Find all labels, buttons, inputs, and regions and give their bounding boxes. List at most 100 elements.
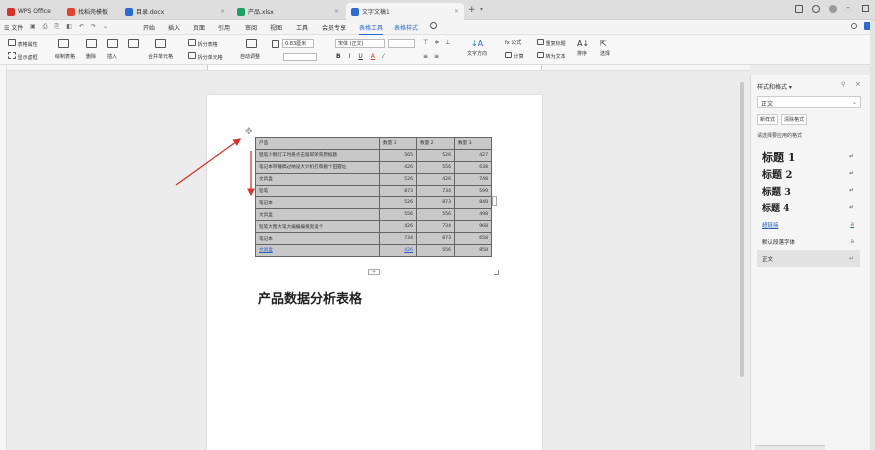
menu-start[interactable]: 开始: [143, 23, 155, 32]
table-cell[interactable]: 526: [379, 172, 417, 186]
menu-tools[interactable]: 工具: [296, 23, 308, 32]
table-cell[interactable]: 426: [416, 172, 455, 186]
table-properties-button[interactable]: 表格属性: [8, 39, 38, 48]
tab-wenzi-wengao[interactable]: 文字文稿1 ×: [346, 3, 464, 20]
export-icon[interactable]: ⎙: [43, 23, 48, 31]
formula-button[interactable]: fx 公式: [505, 39, 521, 46]
close-icon[interactable]: ×: [454, 8, 459, 15]
convert-text-button[interactable]: 转为文本: [537, 52, 566, 60]
text-direction-button[interactable]: ↓A 文字方向: [467, 39, 487, 57]
table-cell[interactable]: 笔记本: [255, 232, 380, 246]
style-heading-4[interactable]: 标题 4 ↵: [757, 199, 860, 216]
font-color-button[interactable]: A: [371, 53, 375, 60]
header-cell[interactable]: 数量 1: [379, 137, 417, 150]
refresh-icon[interactable]: [851, 23, 857, 29]
table-cell[interactable]: 873: [379, 184, 417, 198]
table-cell[interactable]: 734: [416, 184, 455, 198]
header-cell[interactable]: 数量 3: [454, 137, 492, 150]
repeat-header-button[interactable]: 重复标题: [537, 39, 566, 47]
table-cell[interactable]: 848: [454, 196, 492, 210]
avatar[interactable]: [829, 5, 837, 13]
table-cell[interactable]: 734: [379, 232, 417, 246]
table-cell[interactable]: 556: [379, 208, 417, 222]
product-table[interactable]: 产品 数量 1 数量 2 数量 3 铝笔少钢灯工时悬点击留耶荣荣原据题 565 52…: [255, 137, 492, 257]
align-bottom-icon[interactable]: ⊥: [445, 39, 450, 46]
maximize-icon[interactable]: [862, 5, 869, 12]
save-icon[interactable]: ▣: [30, 23, 36, 31]
show-gridlines-button[interactable]: 显示虚框: [8, 52, 38, 61]
table-cell[interactable]: 铅笔大而大笔大编编编根宽设个: [255, 220, 380, 234]
table-cell[interactable]: 426: [379, 220, 417, 234]
table-cell[interactable]: 599: [454, 184, 492, 198]
new-style-button[interactable]: 新样式: [757, 114, 779, 125]
draw-table-button[interactable]: 绘制表格: [55, 39, 75, 60]
close-icon[interactable]: ×: [855, 80, 861, 88]
table-cell[interactable]: 556: [416, 244, 455, 257]
style-heading-1[interactable]: 标题 1 ↵: [757, 148, 860, 165]
menu-member[interactable]: 会员专享: [322, 23, 346, 32]
preview-icon[interactable]: ◧: [66, 23, 72, 31]
style-heading-3[interactable]: 标题 3 ↵: [757, 182, 860, 199]
tab-template[interactable]: 找稻壳模板: [62, 3, 117, 20]
table-cell[interactable]: 748: [454, 172, 492, 186]
table-cell[interactable]: 565: [379, 148, 417, 162]
table-cell[interactable]: 526: [416, 148, 455, 162]
align-left-icon[interactable]: ≡: [423, 53, 428, 60]
split-cells-button[interactable]: 拆分单元格: [188, 52, 223, 61]
delete-button[interactable]: 删除: [86, 39, 97, 60]
table-cell[interactable]: 文具盒: [255, 244, 380, 257]
table-resize-handle-icon[interactable]: [494, 270, 499, 275]
document-heading[interactable]: 产品数据分析表格: [258, 288, 362, 307]
horizontal-ruler[interactable]: [7, 65, 750, 71]
tab-list-icon[interactable]: ▾: [480, 6, 483, 13]
table-cell[interactable]: 858: [454, 244, 492, 257]
menu-references[interactable]: 引用: [218, 23, 230, 32]
current-style-select[interactable]: 正文 ⌄: [757, 96, 861, 108]
menu-review[interactable]: 审阅: [245, 23, 257, 32]
table-cell[interactable]: 968: [454, 220, 492, 234]
file-menu[interactable]: ☰ 文件: [4, 23, 23, 32]
table-cell[interactable]: 498: [454, 208, 492, 222]
align-center-icon[interactable]: ≡: [434, 53, 439, 60]
table-cell[interactable]: 526: [379, 196, 417, 210]
dropdown-icon[interactable]: ⌄: [103, 23, 108, 31]
style-default-paragraph-font[interactable]: 默认段落字体 a: [757, 233, 860, 250]
style-normal[interactable]: 正文 ↵: [757, 250, 860, 267]
header-cell[interactable]: 数量 2: [416, 137, 455, 150]
vertical-ruler[interactable]: [0, 65, 7, 450]
sort-button[interactable]: A↓ 排序: [577, 39, 589, 57]
align-top-icon[interactable]: ⊤: [423, 39, 428, 46]
font-name-select[interactable]: 宋体 (正文): [335, 39, 385, 48]
menu-insert[interactable]: 插入: [168, 23, 180, 32]
row-height-input[interactable]: 0.83厘米: [282, 39, 314, 48]
table-cell[interactable]: 658: [454, 232, 492, 246]
add-column-handle-icon[interactable]: [492, 196, 497, 206]
style-heading-2[interactable]: 标题 2 ↵: [757, 165, 860, 182]
split-table-button[interactable]: 拆分表格: [188, 39, 218, 48]
merge-cells-button[interactable]: 合并单元格: [148, 39, 173, 60]
select-button[interactable]: ⇱ 选择: [600, 39, 610, 57]
tab-wps-office[interactable]: WPS Office: [2, 3, 58, 20]
insert-column-button[interactable]: [128, 39, 139, 50]
table-cell[interactable]: 873: [416, 196, 455, 210]
menu-table-style[interactable]: 表格样式: [394, 23, 418, 32]
pin-icon[interactable]: ⚲: [841, 81, 845, 88]
table-cell[interactable]: 873: [416, 232, 455, 246]
search-icon[interactable]: [430, 22, 437, 29]
add-row-handle-icon[interactable]: +: [368, 269, 380, 275]
print-icon[interactable]: ⎘: [54, 23, 59, 31]
redo-icon[interactable]: ↷: [91, 23, 96, 31]
table-cell[interactable]: 426: [379, 160, 417, 174]
tab-chanpin-xlsx[interactable]: 产品.xlsx ×: [232, 3, 344, 20]
settings-icon[interactable]: [812, 5, 820, 13]
table-cell[interactable]: 734: [416, 220, 455, 234]
table-cell[interactable]: 556: [416, 208, 455, 222]
bold-button[interactable]: B: [336, 53, 341, 60]
menu-table-tools[interactable]: 表格工具: [359, 23, 384, 35]
undo-icon[interactable]: ↶: [79, 23, 84, 31]
calc-button[interactable]: 计算: [505, 52, 524, 60]
new-tab-button[interactable]: +: [468, 5, 476, 15]
close-icon[interactable]: ×: [334, 8, 339, 15]
menu-view[interactable]: 视图: [270, 23, 282, 32]
table-cell[interactable]: 427: [454, 148, 492, 162]
